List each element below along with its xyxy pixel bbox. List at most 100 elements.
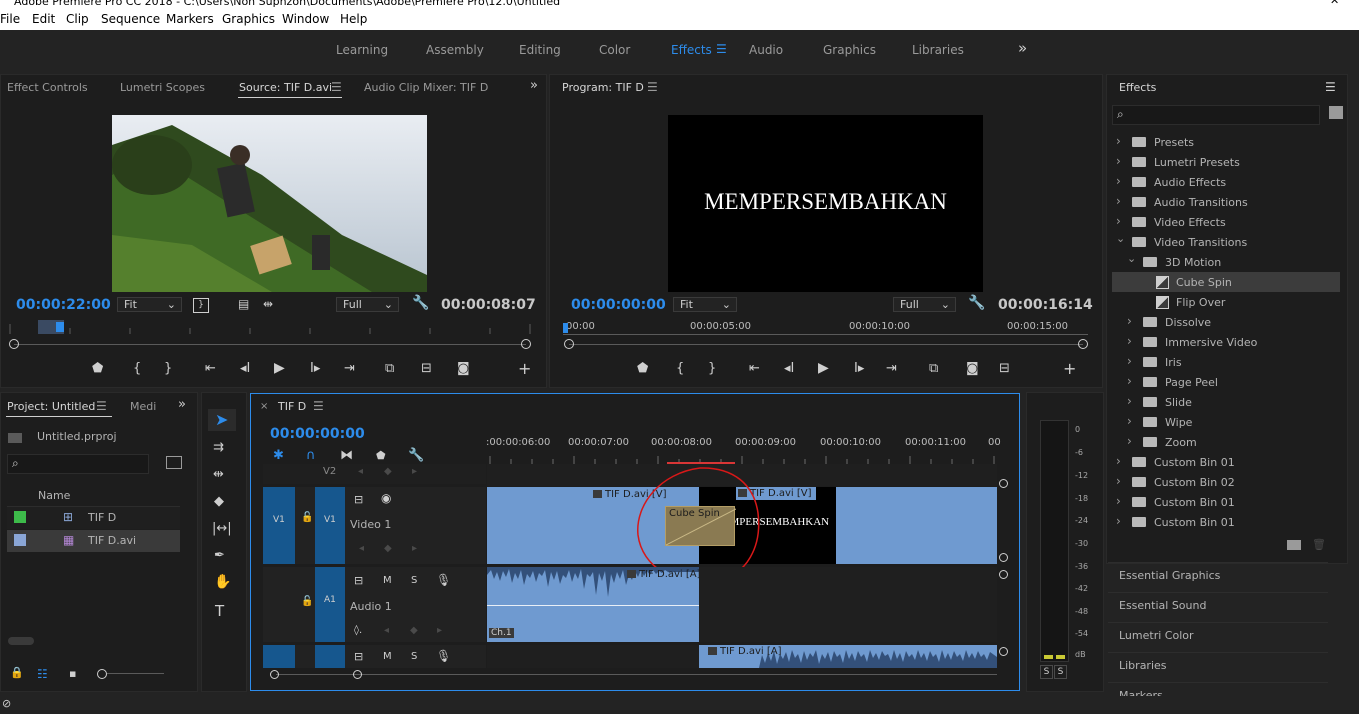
list-item[interactable]: ▦ TIF D.avi bbox=[7, 530, 180, 552]
effects-tree-folder[interactable]: › Custom Bin 01 bbox=[1112, 512, 1340, 532]
sync-lock-icon[interactable]: ⊟ bbox=[354, 650, 363, 663]
menu-edit[interactable]: Edit bbox=[32, 12, 55, 26]
workspace-color[interactable]: Color bbox=[599, 43, 630, 57]
audio-clip[interactable]: TIF D.avi [A] bbox=[699, 645, 997, 668]
project-tab-menu-icon[interactable]: ☰ bbox=[96, 399, 107, 413]
menu-graphics[interactable]: Graphics bbox=[222, 12, 275, 26]
program-time-ruler[interactable] bbox=[563, 334, 1088, 335]
overwrite-icon[interactable]: ⊟ bbox=[421, 361, 432, 376]
add-marker-icon[interactable]: ⬟ bbox=[376, 449, 386, 462]
effects-tree-folder[interactable]: › Video Effects bbox=[1112, 212, 1340, 232]
lock-track-icon[interactable]: 🔓 bbox=[301, 512, 313, 523]
mute-button[interactable]: M bbox=[383, 575, 392, 586]
workspace-menu-icon[interactable]: ☰ bbox=[716, 42, 727, 56]
pen-icon[interactable]: ✒ bbox=[214, 548, 225, 563]
chevron-right-icon[interactable]: › bbox=[1116, 174, 1121, 188]
chevron-right-icon[interactable]: › bbox=[1116, 214, 1121, 228]
solo-left-button[interactable]: S bbox=[1040, 665, 1053, 679]
tab-effect-controls[interactable]: Effect Controls bbox=[7, 81, 88, 94]
settings-toggle-icon[interactable]: } bbox=[193, 298, 209, 313]
effects-tree-folder[interactable]: › Slide bbox=[1112, 392, 1340, 412]
microphone-icon[interactable]: 🎙 bbox=[436, 649, 451, 663]
track-target-a2[interactable] bbox=[315, 645, 345, 668]
zoom-handle-left[interactable] bbox=[564, 339, 574, 349]
lift-icon[interactable]: ⧉ bbox=[929, 361, 938, 376]
menu-file[interactable]: File bbox=[0, 12, 20, 26]
workspace-overflow-icon[interactable]: » bbox=[1018, 39, 1027, 57]
timeline-timecode[interactable]: 00:00:00:00 bbox=[270, 426, 365, 442]
nest-toggle-icon[interactable]: ✱ bbox=[273, 448, 284, 463]
add-button-icon[interactable]: + bbox=[518, 359, 531, 378]
hand-icon[interactable]: ✋ bbox=[214, 574, 231, 590]
markers-panel[interactable]: Markers bbox=[1108, 682, 1328, 697]
go-to-out-icon[interactable]: ⇥ bbox=[344, 361, 355, 376]
source-tab-menu-icon[interactable]: ☰ bbox=[331, 80, 342, 94]
source-fit-dropdown[interactable]: Fit ⌄ bbox=[117, 297, 182, 312]
razor-icon[interactable]: ◆ bbox=[214, 494, 224, 509]
play-icon[interactable]: ▶ bbox=[818, 360, 829, 376]
effects-tree-folder[interactable]: ⌄ Video Transitions bbox=[1112, 232, 1340, 252]
chevron-right-icon[interactable]: › bbox=[1127, 394, 1132, 408]
effects-tree-folder[interactable]: › Dissolve bbox=[1112, 312, 1340, 332]
workspace-editing[interactable]: Editing bbox=[519, 43, 561, 57]
go-to-in-icon[interactable]: ⇤ bbox=[749, 361, 760, 376]
snap-icon[interactable]: ∩ bbox=[306, 448, 316, 463]
close-icon[interactable]: × bbox=[260, 401, 268, 412]
v-scroll-handle[interactable] bbox=[999, 570, 1008, 579]
workspace-effects[interactable]: Effects bbox=[671, 43, 712, 57]
solo-button[interactable]: S bbox=[411, 651, 417, 662]
tab-project[interactable]: Project: Untitled bbox=[7, 400, 95, 413]
program-timecode[interactable]: 00:00:00:00 bbox=[571, 297, 666, 313]
effects-tree-folder[interactable]: › Immersive Video bbox=[1112, 332, 1340, 352]
zoom-handle-right[interactable] bbox=[1078, 339, 1088, 349]
effects-tree-folder[interactable]: › Iris bbox=[1112, 352, 1340, 372]
libraries-panel[interactable]: Libraries bbox=[1108, 652, 1328, 681]
effects-tree-folder[interactable]: › Custom Bin 02 bbox=[1112, 472, 1340, 492]
effects-tree-folder[interactable]: › Custom Bin 01 bbox=[1112, 452, 1340, 472]
menu-window[interactable]: Window bbox=[282, 12, 329, 26]
close-icon[interactable]: ✕ bbox=[1330, 0, 1339, 7]
tab-source[interactable]: Source: TIF D.avi bbox=[239, 81, 332, 94]
effects-search-input[interactable]: ⌕ bbox=[1112, 105, 1320, 125]
chevron-right-icon[interactable]: › bbox=[1127, 334, 1132, 348]
clip-icon[interactable]: ▤ bbox=[238, 297, 249, 311]
new-custom-bin-icon[interactable] bbox=[1287, 540, 1301, 550]
mark-in-icon[interactable]: { bbox=[676, 361, 684, 376]
export-frame-icon[interactable]: ◙ bbox=[457, 361, 470, 376]
add-button-icon[interactable]: + bbox=[1063, 359, 1076, 378]
audio-clip[interactable]: TIF D.avi [A] Ch.1 bbox=[487, 567, 701, 642]
effects-tree-folder[interactable]: ⌄ 3D Motion bbox=[1112, 252, 1340, 272]
export-frame-icon[interactable]: ◙ bbox=[966, 361, 979, 376]
effects-tree-folder[interactable]: › Presets bbox=[1112, 132, 1340, 152]
track-target-v1[interactable]: V1 bbox=[315, 487, 345, 564]
zoom-handle-left[interactable] bbox=[270, 670, 279, 679]
chevron-right-icon[interactable]: › bbox=[1127, 414, 1132, 428]
v-scroll-handle[interactable] bbox=[999, 647, 1008, 656]
zoom-slider-handle[interactable] bbox=[97, 669, 107, 679]
go-to-out-icon[interactable]: ⇥ bbox=[886, 361, 897, 376]
menu-clip[interactable]: Clip bbox=[66, 12, 89, 26]
volume-line[interactable] bbox=[487, 605, 699, 606]
tab-audio-clip-mixer[interactable]: Audio Clip Mixer: TIF D bbox=[364, 81, 488, 94]
effects-tree-folder[interactable]: › Page Peel bbox=[1112, 372, 1340, 392]
chevron-right-icon[interactable]: › bbox=[1116, 494, 1121, 508]
program-zoom-bar[interactable] bbox=[569, 344, 1083, 345]
zoom-handle-right[interactable] bbox=[521, 339, 531, 349]
list-item[interactable]: ⊞ TIF D bbox=[7, 507, 180, 529]
step-forward-icon[interactable]: Ι▸ bbox=[854, 361, 864, 376]
v-scroll-handle[interactable] bbox=[999, 553, 1008, 562]
chevron-down-icon[interactable]: ⌄ bbox=[1116, 232, 1125, 245]
play-icon[interactable]: ▶ bbox=[274, 360, 285, 376]
source-quality-dropdown[interactable]: Full ⌄ bbox=[336, 297, 399, 312]
zoom-handle-right[interactable] bbox=[353, 670, 362, 679]
workspace-assembly[interactable]: Assembly bbox=[426, 43, 484, 57]
program-tab-menu-icon[interactable]: ☰ bbox=[647, 80, 658, 94]
track-select-icon[interactable]: ⇉ bbox=[213, 440, 224, 455]
track-label-v2[interactable]: V2 bbox=[323, 466, 336, 477]
horizontal-scrollbar[interactable] bbox=[8, 637, 34, 645]
timeline-tab-menu-icon[interactable]: ☰ bbox=[313, 399, 324, 413]
source-patch-a2[interactable] bbox=[263, 645, 295, 668]
menu-sequence[interactable]: Sequence bbox=[101, 12, 160, 26]
sync-lock-icon[interactable]: ⊟ bbox=[354, 574, 363, 587]
go-to-in-icon[interactable]: ⇤ bbox=[205, 361, 216, 376]
